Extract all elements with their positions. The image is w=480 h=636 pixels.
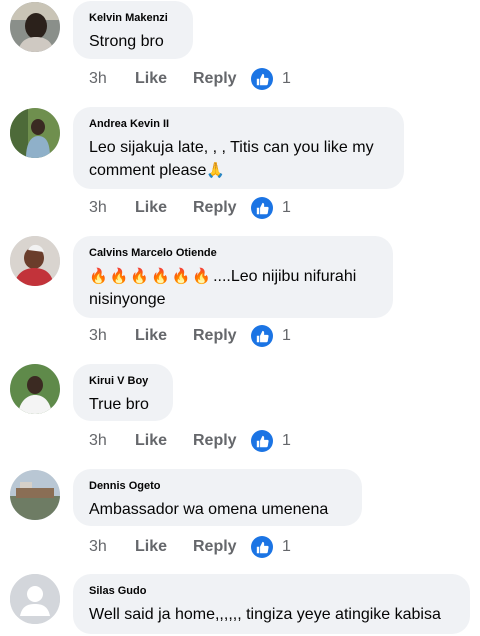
reply-button[interactable]: Reply bbox=[193, 432, 251, 450]
thumbs-up-icon bbox=[251, 197, 273, 219]
comment-actions: 3h Like Reply 1 bbox=[89, 430, 291, 452]
reaction-count: 1 bbox=[282, 327, 291, 344]
comment-bubble: Calvins Marcelo Otiende 🔥🔥🔥🔥🔥🔥....Leo ni… bbox=[73, 236, 393, 318]
comment-time[interactable]: 3h bbox=[89, 327, 135, 345]
comment-actions: 3h Like Reply 1 bbox=[89, 325, 291, 347]
like-button[interactable]: Like bbox=[135, 432, 193, 450]
like-button[interactable]: Like bbox=[135, 538, 193, 556]
comment-text: True bro bbox=[89, 396, 149, 413]
comment-text-line: Leo sijakuja late, , , Titis can you lik… bbox=[89, 139, 374, 156]
reactions[interactable]: 1 bbox=[251, 325, 291, 347]
comment-actions: 3h Like Reply 1 bbox=[89, 197, 291, 219]
comment-author[interactable]: Andrea Kevin II bbox=[89, 117, 386, 131]
comment-text: Leo sijakuja late, , , Titis can you lik… bbox=[89, 136, 386, 182]
reaction-count: 1 bbox=[282, 432, 291, 449]
comment-text-line: 🔥🔥🔥🔥🔥🔥....Leo nijibu nifurahi bbox=[89, 265, 375, 288]
comment-author[interactable]: Kelvin Makenzi bbox=[89, 11, 175, 25]
comment-author[interactable]: Kirui V Boy bbox=[89, 374, 155, 388]
comment-bubble: Andrea Kevin II Leo sijakuja late, , , T… bbox=[73, 107, 404, 189]
thumbs-up-icon bbox=[251, 325, 273, 347]
comment-bubble: Kirui V Boy True bro bbox=[73, 364, 173, 421]
reply-button[interactable]: Reply bbox=[193, 327, 251, 345]
like-button[interactable]: Like bbox=[135, 327, 193, 345]
avatar[interactable] bbox=[10, 470, 60, 520]
comment-text: 🔥🔥🔥🔥🔥🔥....Leo nijibu nifurahi nisinyonge bbox=[89, 265, 375, 311]
like-button[interactable]: Like bbox=[135, 70, 193, 88]
like-button[interactable]: Like bbox=[135, 199, 193, 217]
comment-time[interactable]: 3h bbox=[89, 538, 135, 556]
avatar[interactable] bbox=[10, 236, 60, 286]
reactions[interactable]: 1 bbox=[251, 430, 291, 452]
reply-button[interactable]: Reply bbox=[193, 70, 251, 88]
thumbs-up-icon bbox=[251, 430, 273, 452]
comment-actions: 3h Like Reply 1 bbox=[89, 536, 291, 558]
reaction-count: 1 bbox=[282, 538, 291, 555]
default-avatar-icon[interactable] bbox=[10, 574, 60, 624]
avatar[interactable] bbox=[10, 108, 60, 158]
comment-time[interactable]: 3h bbox=[89, 199, 135, 217]
comment-author[interactable]: Silas Gudo bbox=[89, 584, 452, 598]
comment-text-fragment: ....Leo nijibu nifurahi bbox=[213, 268, 357, 285]
reactions[interactable]: 1 bbox=[251, 536, 291, 558]
comment-bubble: Kelvin Makenzi Strong bro bbox=[73, 1, 193, 59]
thumbs-up-icon bbox=[251, 536, 273, 558]
thumbs-up-icon bbox=[251, 68, 273, 90]
avatar[interactable] bbox=[10, 364, 60, 414]
praying-hands-emoji: 🙏 bbox=[206, 162, 226, 179]
comment-bubble: Dennis Ogeto Ambassador wa omena umenena bbox=[73, 469, 362, 526]
comment-author[interactable]: Calvins Marcelo Otiende bbox=[89, 246, 375, 260]
comment-text-line: nisinyonge bbox=[89, 291, 166, 308]
comment-author[interactable]: Dennis Ogeto bbox=[89, 479, 344, 493]
reply-button[interactable]: Reply bbox=[193, 538, 251, 556]
comment-actions: 3h Like Reply 1 bbox=[89, 68, 291, 90]
comment-text: Well said ja home,,,,,, tingiza yeye ati… bbox=[89, 606, 441, 623]
reactions[interactable]: 1 bbox=[251, 68, 291, 90]
comment-time[interactable]: 3h bbox=[89, 432, 135, 450]
fire-emoji: 🔥🔥🔥🔥🔥🔥 bbox=[89, 268, 214, 285]
reaction-count: 1 bbox=[282, 199, 291, 216]
comment-bubble: Silas Gudo Well said ja home,,,,,, tingi… bbox=[73, 574, 470, 634]
comment-time[interactable]: 3h bbox=[89, 70, 135, 88]
comment-text-fragment: comment please bbox=[89, 162, 207, 179]
reaction-count: 1 bbox=[282, 70, 291, 87]
comment-text-line: comment please🙏 bbox=[89, 159, 386, 182]
comment-text: Ambassador wa omena umenena bbox=[89, 501, 329, 518]
comment-text: Strong bro bbox=[89, 33, 164, 50]
avatar[interactable] bbox=[10, 2, 60, 52]
reply-button[interactable]: Reply bbox=[193, 199, 251, 217]
reactions[interactable]: 1 bbox=[251, 197, 291, 219]
